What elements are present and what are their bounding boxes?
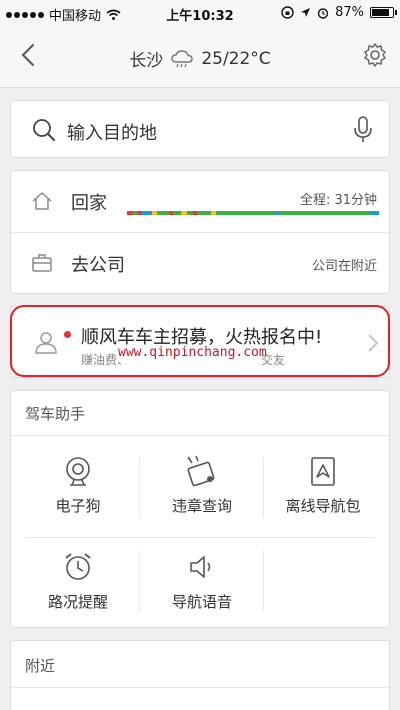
microphone-icon[interactable] xyxy=(353,115,373,145)
route-home[interactable]: 回家 全程: 31分钟 xyxy=(11,171,389,233)
traffic-segment xyxy=(142,211,152,215)
battery-percent: 87% xyxy=(335,5,364,20)
traffic-segment xyxy=(197,211,211,215)
status-bar: 中国移动 上午10:32 87% xyxy=(0,0,400,26)
route-company[interactable]: 去公司 公司在附近 xyxy=(11,233,389,295)
tool-label: 离线导航包 xyxy=(285,497,361,515)
battery-icon xyxy=(370,7,397,18)
section-title: 附近 xyxy=(25,657,56,675)
cloud-rain-icon xyxy=(171,49,194,67)
settings-gear-icon[interactable] xyxy=(362,42,388,68)
divider xyxy=(11,687,389,688)
tool-nav-voice[interactable]: 导航语音 xyxy=(142,543,262,633)
briefcase-icon xyxy=(32,254,52,272)
weather-title: 长沙 25/22°C xyxy=(0,46,400,72)
route-company-label: 去公司 xyxy=(71,255,125,276)
highlight-outline xyxy=(10,305,390,377)
driving-assistant: 驾车助手 电子狗 违章查询 离线导航包 路况提醒 导航语音 xyxy=(10,390,390,628)
alarm-clock-icon xyxy=(65,553,91,580)
tool-label: 路况提醒 xyxy=(47,593,108,611)
offline-map-icon xyxy=(311,457,335,486)
traffic-segment xyxy=(173,211,181,215)
traffic-segment xyxy=(216,211,276,215)
nav-bar: 长沙 25/22°C xyxy=(0,26,400,88)
tool-traffic-alert[interactable]: 路况提醒 xyxy=(18,543,138,633)
route-home-label: 回家 xyxy=(71,193,107,214)
violation-check-icon xyxy=(187,455,215,487)
speaker-icon xyxy=(190,556,211,578)
divider xyxy=(25,537,375,538)
nearby-section: 附近 xyxy=(10,640,390,710)
tool-label: 违章查询 xyxy=(171,497,232,515)
tool-label: 导航语音 xyxy=(171,593,232,611)
home-icon xyxy=(32,192,52,210)
section-title: 驾车助手 xyxy=(25,405,86,423)
traffic-segment xyxy=(369,211,379,215)
city-name: 长沙 xyxy=(129,51,164,71)
divider xyxy=(263,457,264,517)
temperature: 25/22°C xyxy=(201,48,271,69)
traffic-bar xyxy=(127,211,379,215)
tool-offline-map[interactable]: 离线导航包 xyxy=(263,447,383,537)
divider xyxy=(11,435,389,436)
route-home-duration: 全程: 31分钟 xyxy=(299,193,377,208)
commute-routes: 回家 全程: 31分钟 去公司 公司在附近 xyxy=(10,170,390,294)
search-icon xyxy=(33,119,55,141)
tool-violation-check[interactable]: 违章查询 xyxy=(142,447,262,537)
rotation-lock-icon xyxy=(281,6,294,19)
divider xyxy=(263,551,264,611)
alarm-icon xyxy=(317,7,329,19)
watermark-text: www.qinpinchang.com xyxy=(118,345,267,360)
traffic-segment xyxy=(279,211,369,215)
divider xyxy=(139,551,140,611)
location-arrow-icon xyxy=(301,8,311,17)
divider xyxy=(139,457,140,517)
tool-speed-camera[interactable]: 电子狗 xyxy=(18,447,138,537)
speed-camera-icon xyxy=(66,457,90,486)
search-bar[interactable]: 输入目的地 xyxy=(10,100,390,158)
tool-label: 电子狗 xyxy=(55,497,101,515)
route-company-info: 公司在附近 xyxy=(311,259,377,274)
search-placeholder[interactable]: 输入目的地 xyxy=(67,119,157,145)
traffic-segment xyxy=(157,211,169,215)
